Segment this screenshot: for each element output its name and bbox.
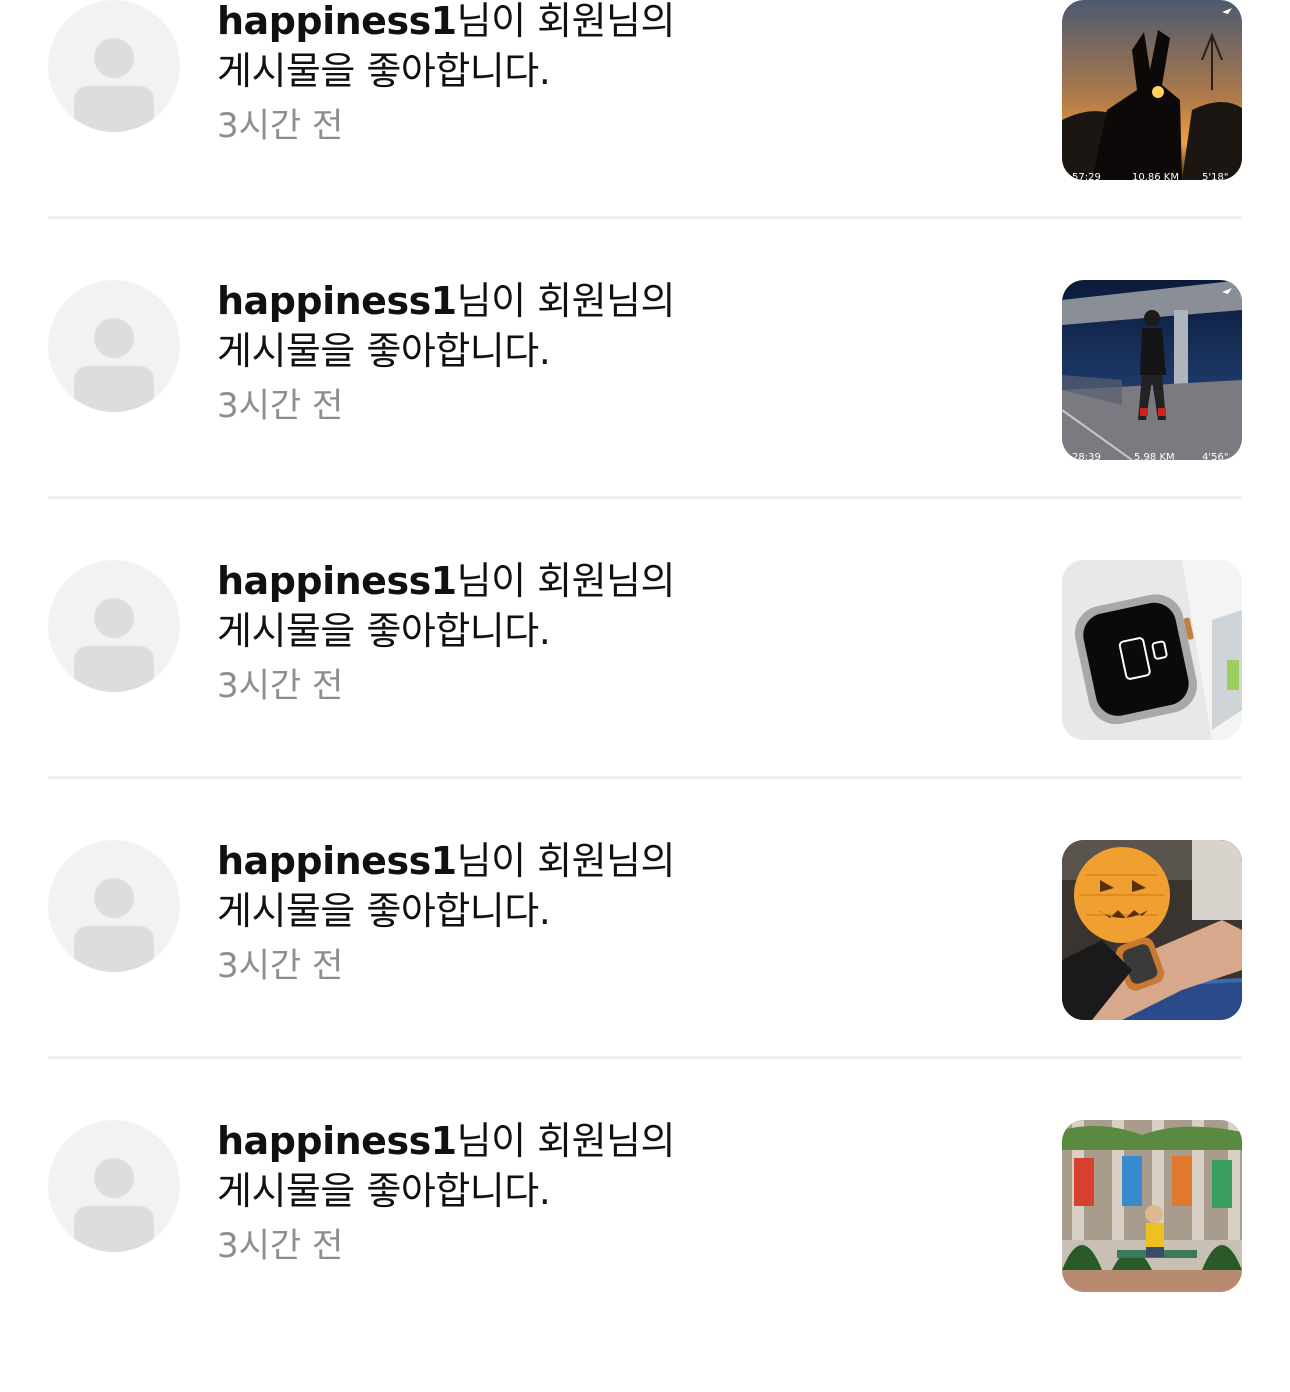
run-distance: 10.86 KM xyxy=(1132,172,1179,180)
message-line1: 님이 회원님의 xyxy=(456,839,676,883)
avatar[interactable] xyxy=(48,280,180,412)
avatar[interactable] xyxy=(48,840,180,972)
message-line1: 님이 회원님의 xyxy=(456,559,676,603)
notification-text: happiness1님이 회원님의 게시물을 좋아합니다. 3시간 전 xyxy=(217,836,1017,988)
notification-list: happiness1님이 회원님의 게시물을 좋아합니다. 3시간 전 57:2… xyxy=(0,0,1290,1392)
sunset-hand-photo-icon xyxy=(1062,0,1242,180)
post-thumbnail[interactable] xyxy=(1062,560,1242,740)
message-line1: 님이 회원님의 xyxy=(456,279,676,323)
message-line2: 게시물을 좋아합니다. xyxy=(217,49,551,93)
divider xyxy=(48,496,1242,499)
message-line1: 님이 회원님의 xyxy=(456,1119,676,1163)
notification-text: happiness1님이 회원님의 게시물을 좋아합니다. 3시간 전 xyxy=(217,556,1017,708)
notification-item[interactable]: happiness1님이 회원님의 게시물을 좋아합니다. 3시간 전 xyxy=(0,1112,1290,1392)
notification-text: happiness1님이 회원님의 게시물을 좋아합니다. 3시간 전 xyxy=(217,276,1017,428)
apple-watch-photo-icon xyxy=(1062,560,1242,740)
park-bench-photo-icon xyxy=(1062,1120,1242,1292)
divider xyxy=(48,1056,1242,1059)
username[interactable]: happiness1 xyxy=(217,559,457,603)
username[interactable]: happiness1 xyxy=(217,839,457,883)
timestamp: 3시간 전 xyxy=(217,106,344,146)
message-line2: 게시물을 좋아합니다. xyxy=(217,889,551,933)
message-line1: 님이 회원님의 xyxy=(456,0,676,43)
run-distance: 5.98 KM xyxy=(1134,452,1175,460)
username[interactable]: happiness1 xyxy=(217,0,457,43)
post-thumbnail[interactable] xyxy=(1062,1120,1242,1292)
timestamp: 3시간 전 xyxy=(217,946,344,986)
post-thumbnail[interactable]: 57:29 10.86 KM 5'18" xyxy=(1062,0,1242,180)
notification-item[interactable]: happiness1님이 회원님의 게시물을 좋아합니다. 3시간 전 xyxy=(0,272,1290,552)
run-duration: 28:39 xyxy=(1072,452,1101,460)
avatar-placeholder-icon xyxy=(94,878,134,918)
timestamp: 3시간 전 xyxy=(217,1226,344,1266)
run-pace: 5'18" xyxy=(1202,172,1229,180)
avatar-placeholder-icon xyxy=(94,318,134,358)
timestamp: 3시간 전 xyxy=(217,666,344,706)
halloween-lantern-photo-icon xyxy=(1062,840,1242,1020)
post-thumbnail[interactable] xyxy=(1062,840,1242,1020)
notification-item[interactable]: happiness1님이 회원님의 게시물을 좋아합니다. 3시간 전 xyxy=(0,552,1290,832)
timestamp: 3시간 전 xyxy=(217,386,344,426)
notification-item[interactable]: happiness1님이 회원님의 게시물을 좋아합니다. 3시간 전 xyxy=(0,0,1290,272)
username[interactable]: happiness1 xyxy=(217,279,457,323)
avatar[interactable] xyxy=(48,0,180,132)
post-thumbnail[interactable]: 28:39 5.98 KM 4'56" xyxy=(1062,280,1242,460)
avatar-placeholder-icon xyxy=(94,1158,134,1198)
avatar-placeholder-icon xyxy=(94,38,134,78)
run-duration: 57:29 xyxy=(1072,172,1101,180)
message-line2: 게시물을 좋아합니다. xyxy=(217,1169,551,1213)
divider xyxy=(48,216,1242,219)
avatar[interactable] xyxy=(48,560,180,692)
night-runner-photo-icon xyxy=(1062,280,1242,460)
notification-text: happiness1님이 회원님의 게시물을 좋아합니다. 3시간 전 xyxy=(217,0,1017,148)
username[interactable]: happiness1 xyxy=(217,1119,457,1163)
notification-text: happiness1님이 회원님의 게시물을 좋아합니다. 3시간 전 xyxy=(217,1116,1017,1268)
message-line2: 게시물을 좋아합니다. xyxy=(217,609,551,653)
avatar-placeholder-icon xyxy=(94,598,134,638)
avatar[interactable] xyxy=(48,1120,180,1252)
notification-item[interactable]: happiness1님이 회원님의 게시물을 좋아합니다. 3시간 전 xyxy=(0,832,1290,1112)
divider xyxy=(48,776,1242,779)
run-pace: 4'56" xyxy=(1202,452,1229,460)
message-line2: 게시물을 좋아합니다. xyxy=(217,329,551,373)
